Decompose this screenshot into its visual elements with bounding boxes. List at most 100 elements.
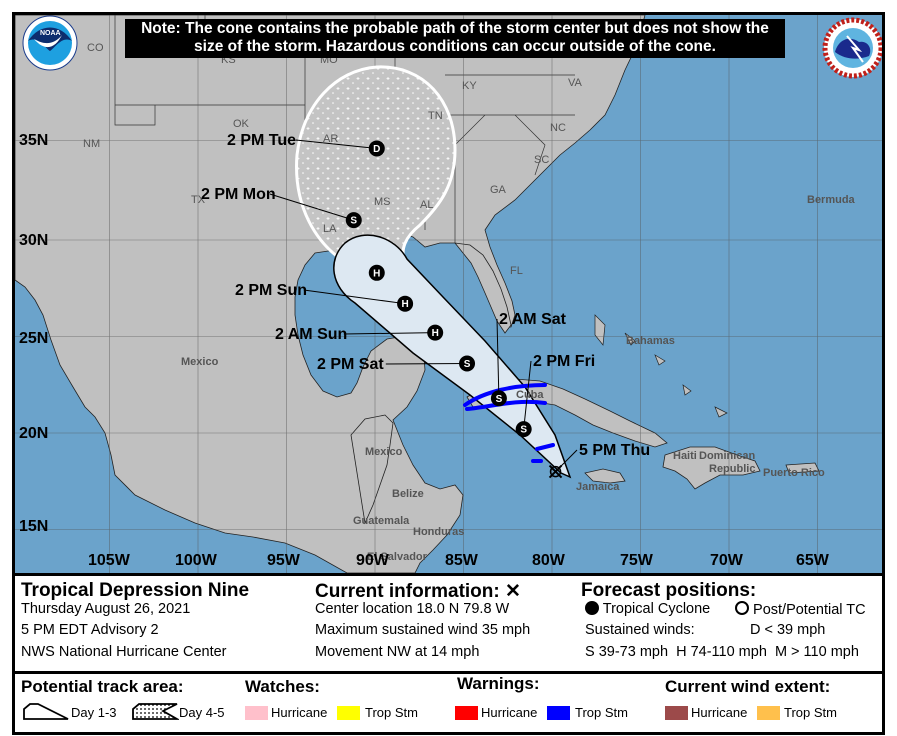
tropical-cyclone-label: Tropical Cyclone [602,601,711,617]
forecast-point-intensity: H [432,328,439,339]
cone-disclaimer-note: Note: The cone contains the probable pat… [125,19,785,58]
lat-label: 35N [19,132,48,149]
forecast-positions-title: Forecast positions: [581,580,757,601]
info-panel: Tropical Depression Nine Thursday August… [15,573,882,671]
label-co: CO [87,42,104,54]
wind-trop-storm-swatch [757,706,780,720]
label-honduras: Honduras [413,526,464,538]
day1-3-cone-icon [23,703,69,720]
filled-circle-icon [585,601,599,615]
label-bahamas: Bahamas [626,335,675,347]
forecast-point-intensity: S [350,216,357,227]
forecast-point-intensity: H [401,299,408,310]
forecast-time-label: 2 AM Sun [275,326,347,343]
lat-label: 25N [19,330,48,347]
max-sustained-wind: Maximum sustained wind 35 mph [315,622,531,638]
map-svg: SSSHHHSD CO KS MO KY WV VA OK NM AR TN N… [15,15,882,573]
label-bermuda: Bermuda [807,194,856,206]
warning-hurricane-label: Hurricane [481,705,538,720]
label-belize: Belize [392,488,424,500]
longitude-labels: 105W 100W 95W 90W 85W 80W 75W 70W 65W [88,552,830,569]
label-mexico: Mexico [181,356,219,368]
noaa-logo: NOAA [22,15,78,71]
lat-label: 15N [19,518,48,535]
forecast-time-label: 2 AM Sat [499,311,567,328]
forecast-graphic: SSSHHHSD CO KS MO KY WV VA OK NM AR TN N… [12,12,885,735]
day1-3-label: Day 1-3 [71,705,117,720]
label-tn: TN [428,110,443,122]
lat-label: 30N [19,232,48,249]
post-potential-tc-legend: Post/Potential TC [735,601,866,618]
label-ms: MS [374,196,391,208]
lat-label: 20N [19,425,48,442]
lon-label: 70W [710,552,744,569]
storm-name: Tropical Depression Nine [21,580,250,601]
lon-label: 95W [267,552,301,569]
noaa-text: NOAA [40,30,61,37]
warning-trop-storm-label: Trop Stm [575,705,628,720]
track-area-title: Potential track area: [21,677,184,696]
issuing-center: NWS National Hurricane Center [21,644,227,660]
label-ar: AR [323,133,338,145]
forecast-time-label: 2 PM Sun [235,282,307,299]
open-circle-icon [735,601,749,615]
category-shm-label: S 39-73 mph H 74-110 mph M > 110 mph [585,644,859,660]
forecast-point-intensity: D [373,144,380,155]
current-info-title: Current information: ✕ [315,580,521,603]
label-guatemala: Guatemala [353,515,410,527]
watch-trop-storm-label: Trop Stm [365,705,418,720]
wind-hurricane-swatch [665,706,688,720]
category-d-label: D < 39 mph [750,622,826,638]
label-fl: FL [510,265,523,277]
day4-5-cone-icon [132,703,179,720]
lon-label: 90W [356,552,390,569]
wind-trop-storm-label: Trop Stm [784,705,837,720]
nws-logo [822,17,882,79]
forecast-time-label: 5 PM Thu [579,442,650,459]
forecast-time-label: 2 PM Mon [201,186,276,203]
warning-hurricane-swatch [455,706,478,720]
watch-hurricane-label: Hurricane [271,705,328,720]
advisory-number: 5 PM EDT Advisory 2 [21,622,159,638]
warning-trop-storm-swatch [547,706,570,720]
forecast-time-label: 2 PM Fri [533,353,595,370]
watch-trop-storm-swatch [337,706,360,720]
forecast-point-intensity: S [520,425,527,436]
lon-label: 100W [175,552,218,569]
label-nm: NM [83,138,100,150]
label-sc: SC [534,154,549,166]
label-al: AL [420,199,433,211]
watch-hurricane-swatch [245,706,268,720]
lon-label: 65W [796,552,830,569]
sustained-winds-label: Sustained winds: [585,622,695,638]
center-location: Center location 18.0 N 79.8 W [315,601,510,617]
label-ga: GA [490,184,507,196]
forecast-time-label: 2 PM Tue [227,132,296,149]
label-haiti: Haiti [673,450,697,462]
watches-title: Watches: [245,677,320,696]
label-la: LA [323,223,337,235]
map-panel: SSSHHHSD CO KS MO KY WV VA OK NM AR TN N… [15,15,882,573]
movement: Movement NW at 14 mph [315,644,480,660]
label-ok: OK [233,118,250,130]
lon-label: 105W [88,552,131,569]
tropical-cyclone-legend: Tropical Cyclone [585,601,710,617]
warnings-title: Warnings: [457,674,540,693]
label-ky: KY [462,80,477,92]
lon-label: 80W [532,552,566,569]
label-va: VA [568,77,583,89]
label-cuba: Cuba [516,389,544,401]
forecast-point-intensity: S [464,359,471,370]
forecast-point-intensity: H [373,268,380,279]
forecast-time-label: 2 PM Sat [317,356,384,373]
label-puerto-rico: Puerto Rico [763,467,825,479]
current-position-x-icon: ✕ [505,581,521,602]
lon-label: 85W [445,552,479,569]
wind-hurricane-label: Hurricane [691,705,748,720]
forecast-point-intensity: S [496,394,503,405]
advisory-date: Thursday August 26, 2021 [21,601,191,617]
wind-extent-title: Current wind extent: [665,677,831,696]
post-potential-tc-label: Post/Potential TC [753,602,866,618]
current-info-title-text: Current information: [315,581,500,602]
label-mexico-yucatan: Mexico [365,446,403,458]
